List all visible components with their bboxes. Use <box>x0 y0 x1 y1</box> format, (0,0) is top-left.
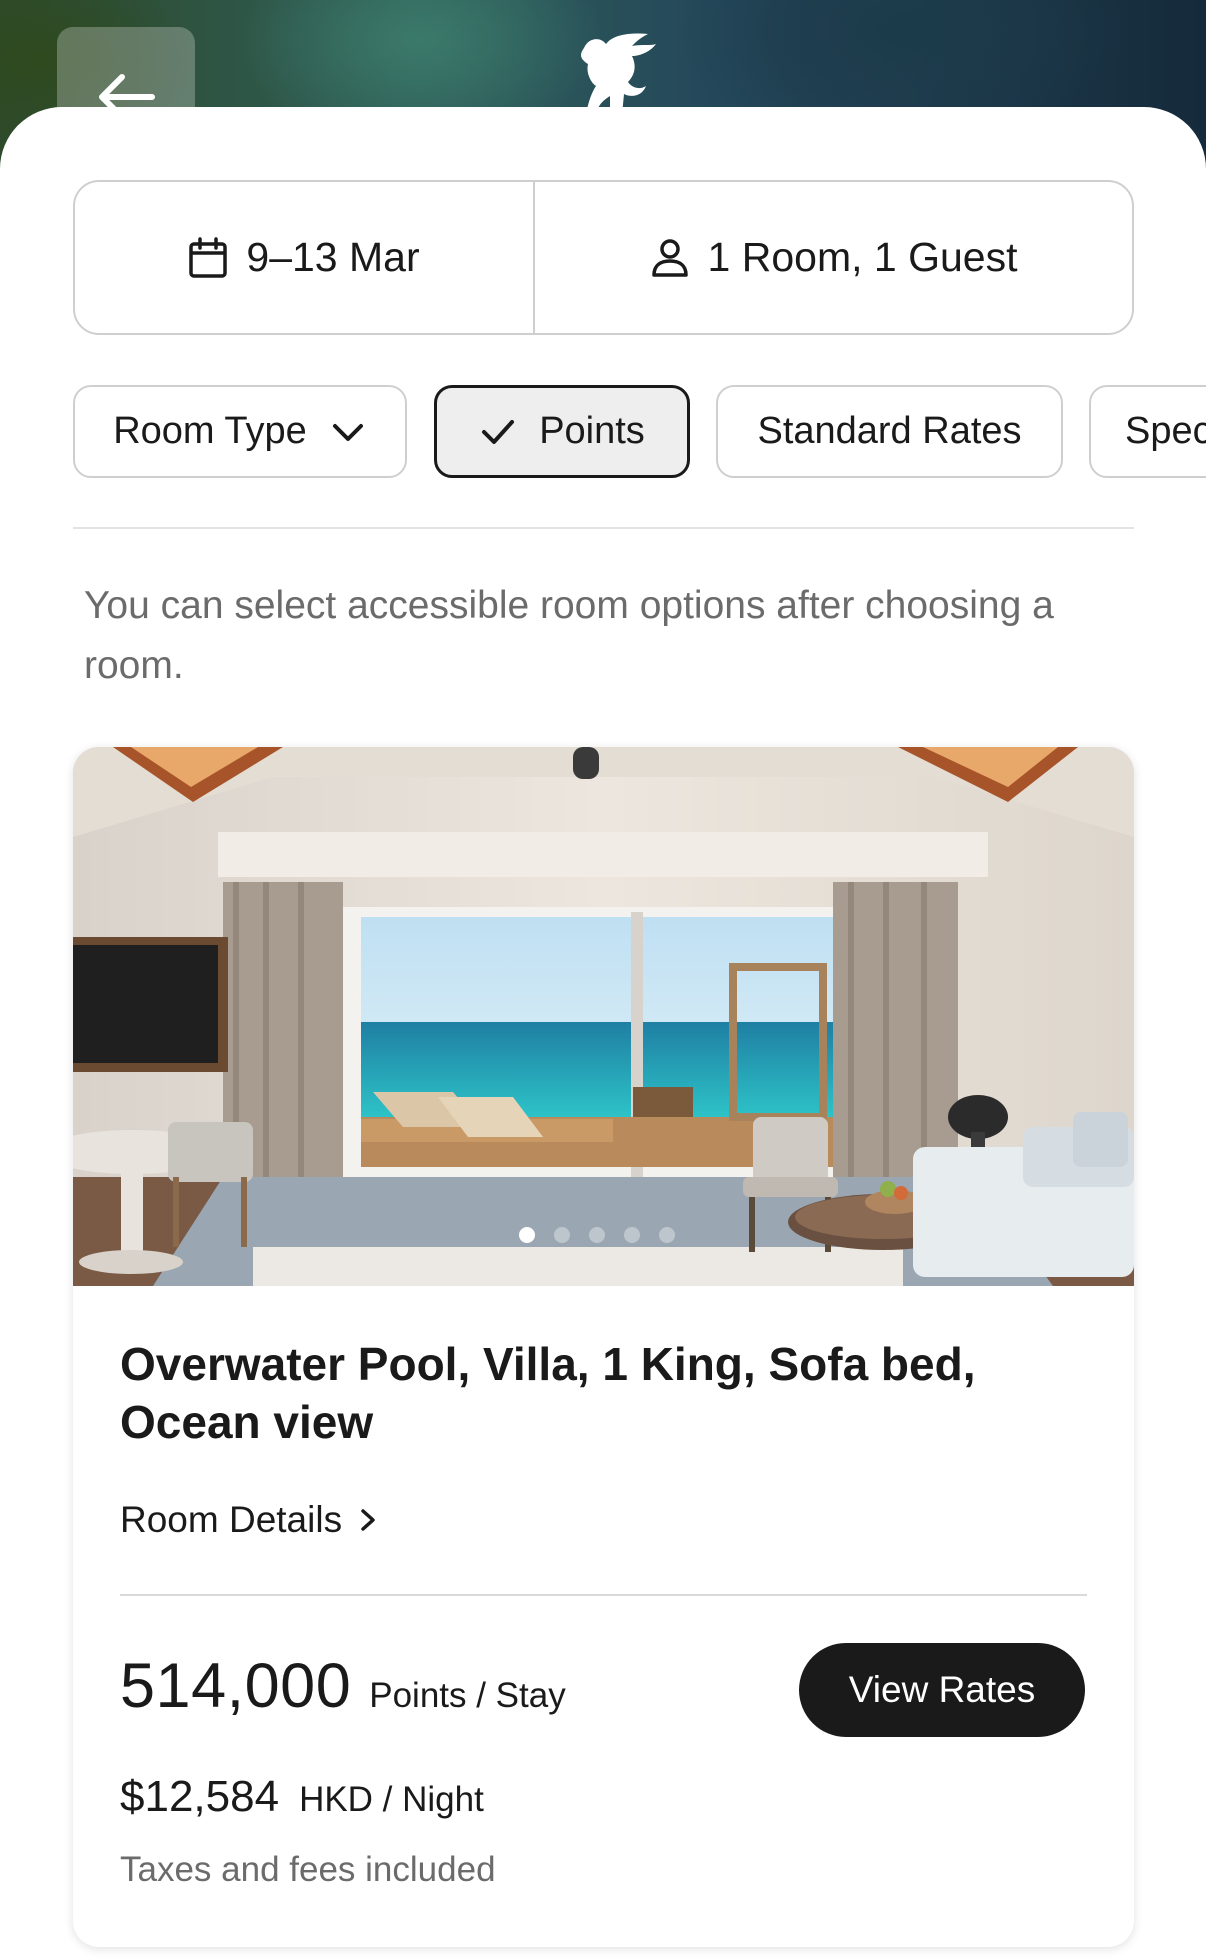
carousel-dot[interactable] <box>589 1227 605 1243</box>
card-divider <box>120 1594 1087 1596</box>
filter-chip-room-type[interactable]: Room Type <box>73 385 407 478</box>
carousel-dot[interactable] <box>554 1227 570 1243</box>
chip-label: Room Type <box>113 410 307 452</box>
divider <box>73 527 1134 529</box>
person-icon <box>651 238 688 277</box>
carousel-dot[interactable] <box>519 1227 535 1243</box>
villa-ocean-view-photo[interactable] <box>73 747 1134 1286</box>
price-value: $12,584 <box>120 1772 280 1821</box>
price-unit: HKD / Night <box>299 1780 484 1819</box>
filter-chip-points[interactable]: Points <box>434 385 690 478</box>
carousel-dot[interactable] <box>659 1227 675 1243</box>
room-details-label: Room Details <box>120 1499 343 1540</box>
chevron-down-icon <box>332 423 363 441</box>
griffin-logo-icon <box>581 33 656 115</box>
guests-selector[interactable]: 1 Room, 1 Guest <box>535 182 1132 333</box>
filter-chips-row: Room Type Points Standard Rates Spec <box>73 385 1206 480</box>
chip-label: Standard Rates <box>757 410 1022 452</box>
points-price: 514,000 Points / Stay <box>120 1650 566 1722</box>
view-rates-button[interactable]: View Rates <box>799 1643 1085 1737</box>
check-icon <box>482 419 515 444</box>
chip-label: Spec <box>1125 410 1206 452</box>
room-title: Overwater Pool, Villa, 1 King, Sofa bed,… <box>120 1338 976 1448</box>
dates-selector[interactable]: 9–13 Mar <box>75 182 535 333</box>
chip-label: Points <box>539 410 645 452</box>
carousel-dot[interactable] <box>624 1227 640 1243</box>
calendar-icon <box>189 236 228 278</box>
dates-label: 9–13 Mar <box>246 234 420 280</box>
chevron-right-icon <box>361 1509 375 1531</box>
accessibility-notice: You can select accessible room options a… <box>84 584 1054 687</box>
room-card: Overwater Pool, Villa, 1 King, Sofa bed,… <box>73 747 1134 1947</box>
cash-price: $12,584 HKD / Night <box>120 1772 484 1822</box>
guests-label: 1 Room, 1 Guest <box>707 234 1018 280</box>
filter-chip-special[interactable]: Spec <box>1089 385 1206 478</box>
taxes-note: Taxes and fees included <box>120 1850 496 1889</box>
filter-chip-standard-rates[interactable]: Standard Rates <box>716 385 1063 478</box>
room-details-link[interactable]: Room Details <box>120 1499 380 1541</box>
points-value: 514,000 <box>120 1651 352 1721</box>
carousel-indicator <box>519 1227 675 1243</box>
points-unit: Points / Stay <box>369 1676 566 1715</box>
search-summary-bar: 9–13 Mar 1 Room, 1 Guest <box>73 180 1134 335</box>
